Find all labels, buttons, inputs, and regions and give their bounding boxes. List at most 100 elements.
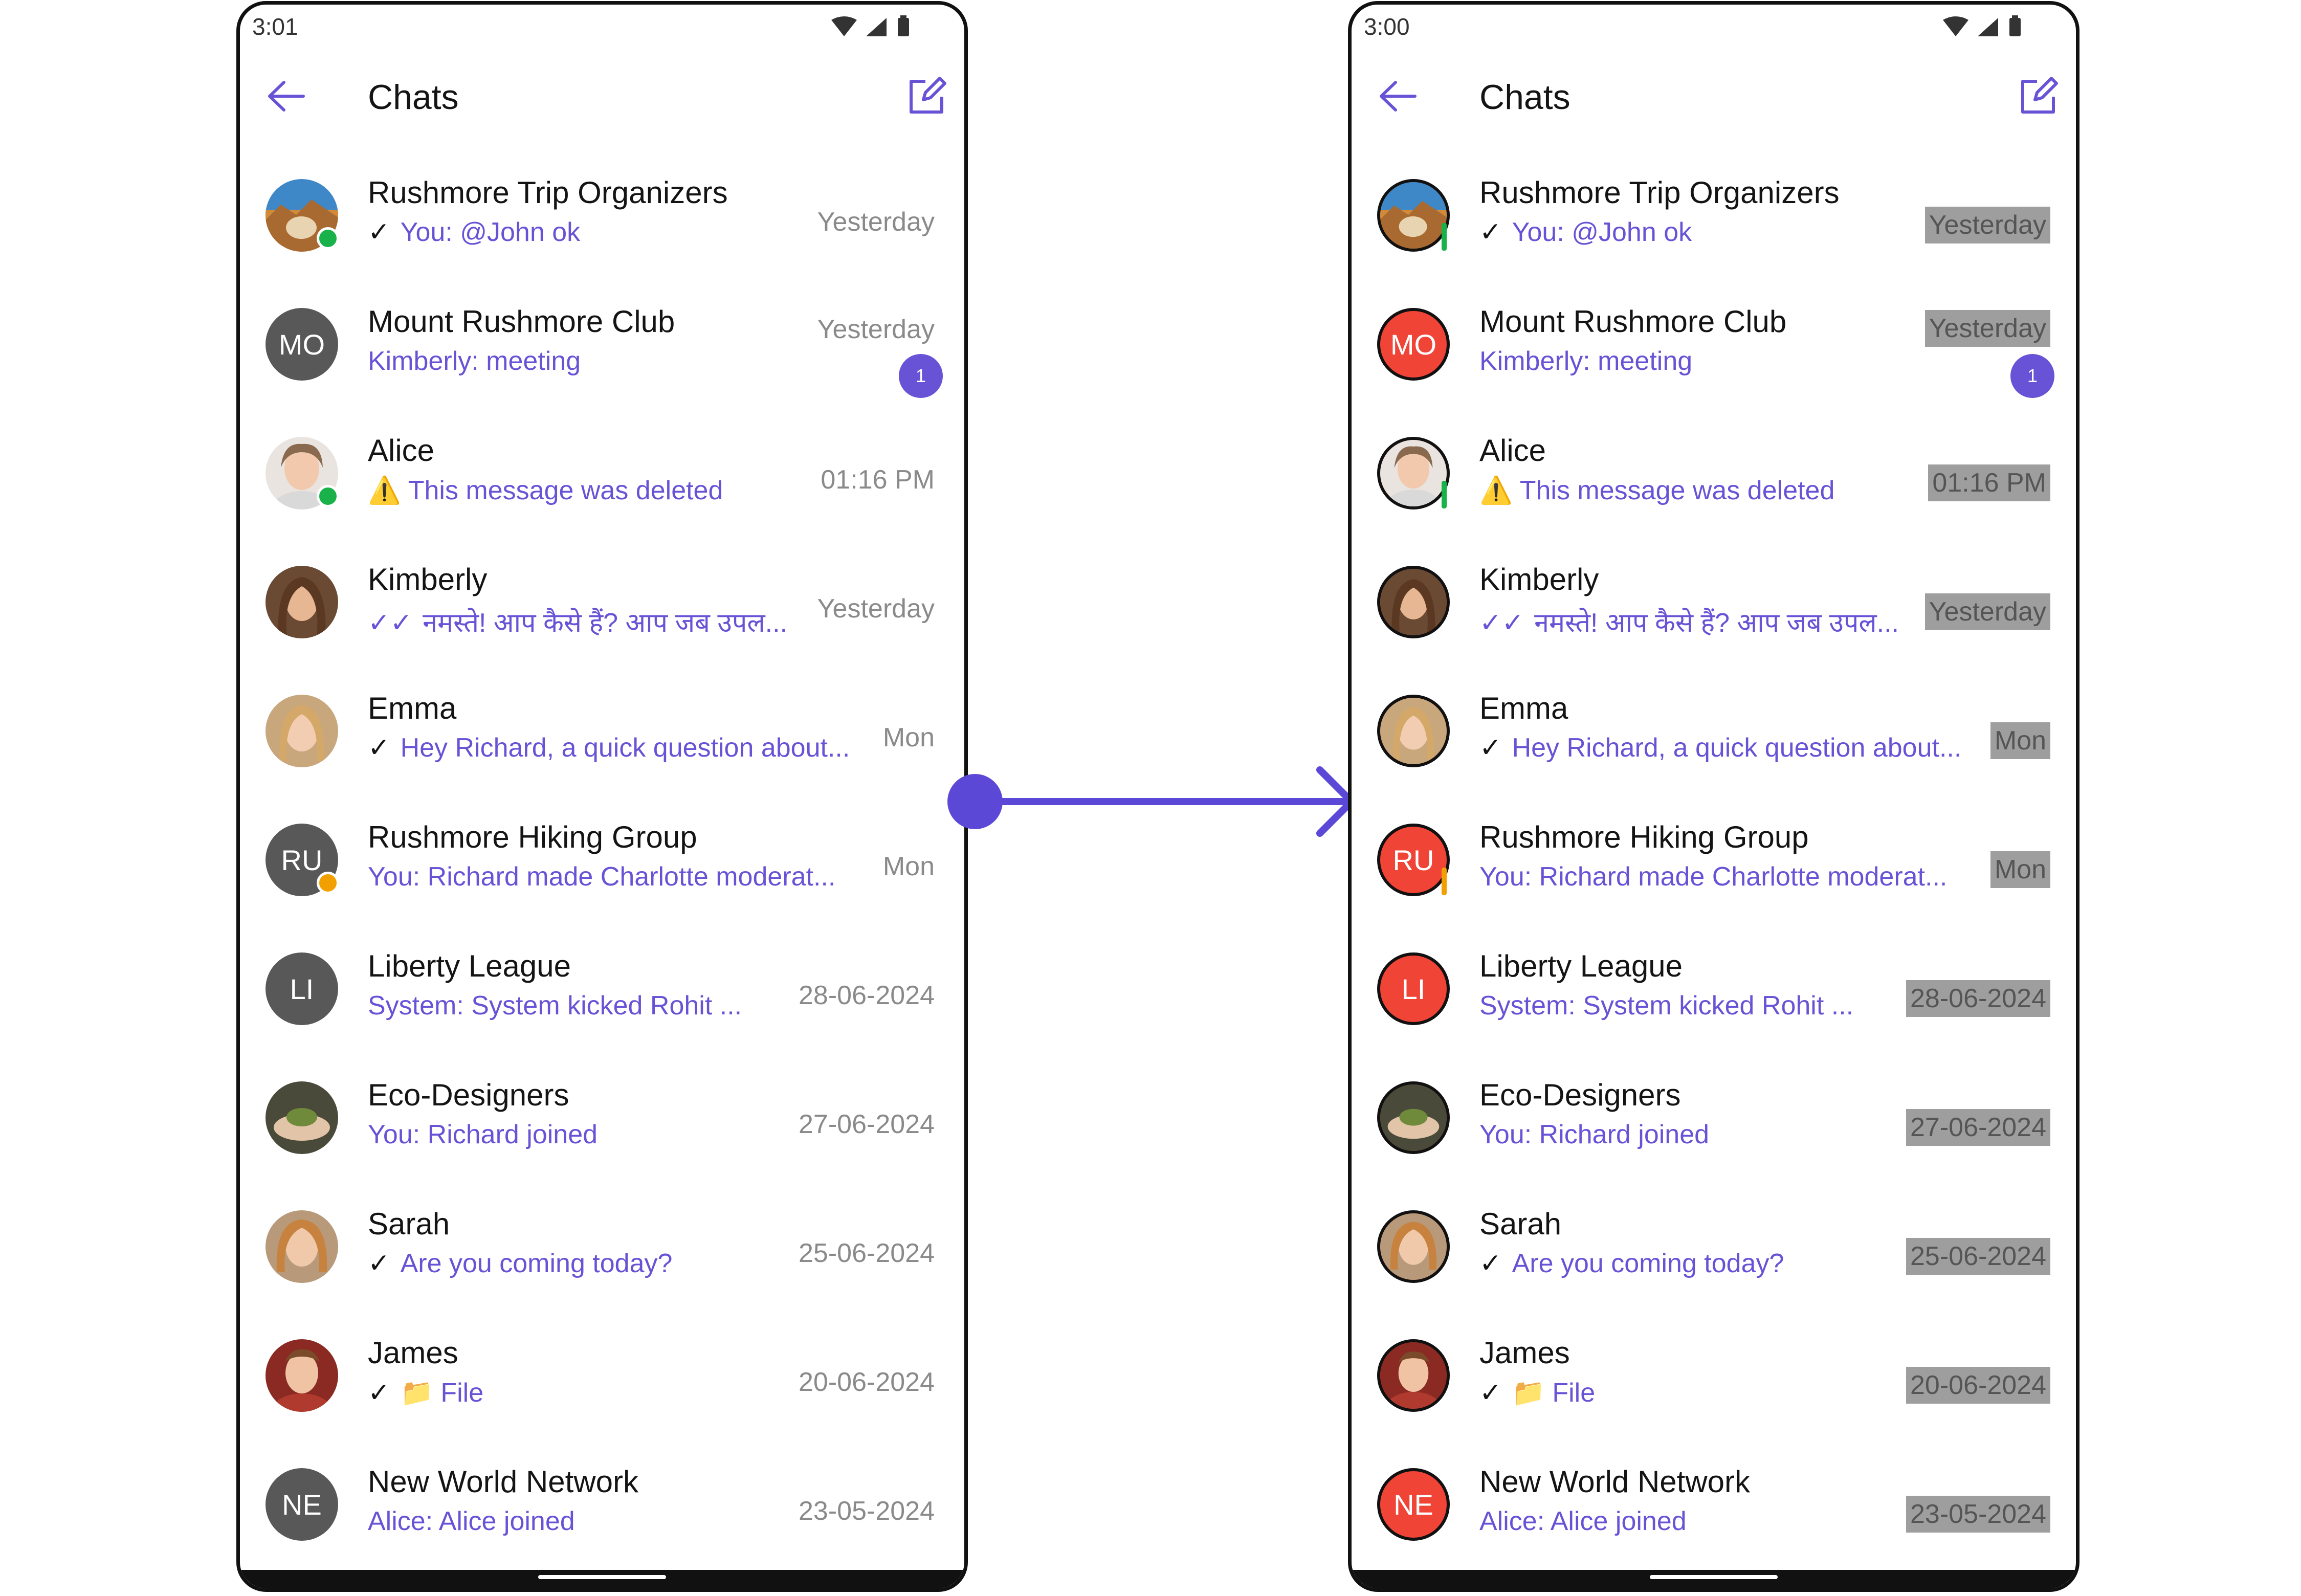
last-message-text: You: Richard made Charlotte moderat... xyxy=(1479,862,1948,892)
conversation-item[interactable]: RU Rushmore Hiking Group You: Richard ma… xyxy=(240,800,964,929)
conversation-item[interactable]: Emma ✓ Hey Richard, a quick question abou… xyxy=(240,671,964,800)
back-arrow-icon[interactable] xyxy=(266,78,306,114)
timestamp: 20-06-2024 xyxy=(1906,1367,2050,1404)
status-bar-icons xyxy=(1943,15,2021,36)
conversation-item[interactable]: NE New World Network Alice: Alice joined… xyxy=(240,1445,964,1573)
timestamp: Yesterday xyxy=(1924,310,2050,347)
last-message-text: System: System kicked Rohit ... xyxy=(1479,991,1854,1021)
timestamp: Yesterday xyxy=(817,315,935,344)
conversation-item[interactable]: Rushmore Trip Organizers ✓ You: @John ok … xyxy=(240,156,964,284)
avatar xyxy=(1377,695,1450,767)
compose-icon[interactable] xyxy=(905,73,949,117)
last-message: System: System kicked Rohit ... xyxy=(368,990,742,1021)
timestamp: Yesterday xyxy=(817,594,935,624)
avatar: NE xyxy=(1377,1468,1450,1541)
plant-photo-icon xyxy=(266,1081,338,1154)
avatar xyxy=(1377,1081,1450,1154)
conversation-item[interactable]: LI Liberty League System: System kicked … xyxy=(240,929,964,1058)
online-indicator xyxy=(317,227,339,250)
conversation-item[interactable]: Kimberly ✓✓ नमस्ते! आप कैसे हैं? आप जब उप… xyxy=(240,542,964,671)
sent-check-icon: ✓ xyxy=(1479,1378,1502,1408)
conversation-item[interactable]: RU Rushmore Hiking Group You: Richard ma… xyxy=(1352,800,2076,929)
last-message-text: Kimberly: meeting xyxy=(1479,346,1693,376)
last-message-text: You: @John ok xyxy=(1512,217,1692,247)
conversation-name: Rushmore Hiking Group xyxy=(368,820,697,854)
conversation-name: Rushmore Hiking Group xyxy=(1479,820,1809,854)
avatar: MO xyxy=(1377,308,1450,381)
conversation-item[interactable]: MO Mount Rushmore Club Kimberly: meeting… xyxy=(1352,284,2076,413)
timestamp: Yesterday xyxy=(1924,593,2050,630)
unread-badge: 1 xyxy=(899,354,943,398)
conversation-item[interactable]: James ✓ 📁 File 20-06-2024 xyxy=(1352,1316,2076,1445)
last-message-text: This message was deleted xyxy=(408,476,723,505)
home-indicator[interactable] xyxy=(538,1575,666,1579)
user-photo-icon xyxy=(1380,698,1447,764)
conversation-item[interactable]: Kimberly ✓✓ नमस्ते! आप कैसे हैं? आप जब उप… xyxy=(1352,542,2076,671)
last-message-text: Alice: Alice joined xyxy=(368,1506,575,1536)
avatar: MO xyxy=(266,308,338,381)
last-message: ✓✓ नमस्ते! आप कैसे हैं? आप जब उपल... xyxy=(368,604,787,640)
plant-photo-icon xyxy=(1380,1084,1447,1151)
page-title: Chats xyxy=(368,78,459,117)
timestamp: 01:16 PM xyxy=(1928,464,2050,501)
avatar xyxy=(1377,1339,1450,1412)
conversation-item[interactable]: Eco-Designers You: Richard joined 27-06-… xyxy=(1352,1058,2076,1187)
home-indicator[interactable] xyxy=(1650,1575,1778,1579)
timestamp: Mon xyxy=(1990,722,2050,759)
avatar: NE xyxy=(266,1468,338,1541)
conversation-item[interactable]: MO Mount Rushmore Club Kimberly: meeting… xyxy=(240,284,964,413)
conversation-item[interactable]: Emma ✓ Hey Richard, a quick question abou… xyxy=(1352,671,2076,800)
conversation-item[interactable]: Sarah ✓ Are you coming today? 25-06-2024 xyxy=(240,1187,964,1316)
conversation-item[interactable]: NE New World Network Alice: Alice joined… xyxy=(1352,1445,2076,1573)
last-message-text: Kimberly: meeting xyxy=(368,346,581,376)
avatar xyxy=(266,1081,338,1154)
conversation-item[interactable]: Rushmore Trip Organizers ✓ You: @John ok … xyxy=(1352,156,2076,284)
conversation-item[interactable]: James ✓ 📁 File 20-06-2024 xyxy=(240,1316,964,1445)
timestamp: 25-06-2024 xyxy=(799,1238,935,1268)
compose-icon[interactable] xyxy=(2017,73,2061,117)
timestamp: Yesterday xyxy=(1924,207,2050,243)
conversation-item[interactable]: Sarah ✓ Are you coming today? 25-06-2024 xyxy=(1352,1187,2076,1316)
avatar xyxy=(266,695,338,767)
last-message-text: File xyxy=(440,1378,484,1408)
conversation-item[interactable]: Alice ⚠️ This message was deleted 01:16 P… xyxy=(240,413,964,542)
last-message-text: You: Richard made Charlotte moderat... xyxy=(368,862,836,892)
timestamp: 20-06-2024 xyxy=(799,1367,935,1397)
conversation-name: New World Network xyxy=(1479,1465,1751,1499)
conversation-name: Sarah xyxy=(368,1207,450,1241)
status-bar-icons xyxy=(831,15,909,36)
phone-before: 3:01 Chats Rushmore Trip Organizers ✓ Yo… xyxy=(236,1,968,1592)
timestamp: 27-06-2024 xyxy=(1906,1109,2050,1146)
user-photo-icon xyxy=(266,566,338,638)
last-message: Kimberly: meeting xyxy=(1479,346,1692,376)
status-time: 3:00 xyxy=(1364,13,1410,40)
user-photo-icon xyxy=(1380,440,1447,506)
conversation-name: Alice xyxy=(368,433,435,468)
navigation-bar xyxy=(240,1570,964,1588)
last-message-text: File xyxy=(1552,1378,1596,1408)
avatar: RU xyxy=(1377,824,1450,896)
conversation-item[interactable]: LI Liberty League System: System kicked … xyxy=(1352,929,2076,1058)
timestamp: Mon xyxy=(1990,851,2050,888)
conversation-item[interactable]: Eco-Designers You: Richard joined 27-06-… xyxy=(240,1058,964,1187)
last-message-text: Are you coming today? xyxy=(1512,1249,1784,1278)
last-message: You: Richard made Charlotte moderat... xyxy=(1479,861,1947,892)
conversation-name: Alice xyxy=(1479,433,1546,468)
conversation-name: James xyxy=(1479,1336,1570,1370)
chats-header: Chats xyxy=(240,61,964,132)
last-message: You: Richard joined xyxy=(1479,1119,1709,1150)
conversation-name: Liberty League xyxy=(1479,949,1683,983)
lock-icon xyxy=(1442,868,1447,895)
avatar xyxy=(266,566,338,638)
back-arrow-icon[interactable] xyxy=(1377,78,1418,114)
conversation-item[interactable]: Alice ⚠️ This message was deleted 01:16 P… xyxy=(1352,413,2076,542)
last-message-text: System: System kicked Rohit ... xyxy=(368,991,742,1021)
last-message: ✓ Hey Richard, a quick question about... xyxy=(368,733,850,763)
conversation-name: Liberty League xyxy=(368,949,571,983)
last-message: Alice: Alice joined xyxy=(1479,1506,1687,1537)
sent-check-icon: ✓ xyxy=(1479,217,1502,247)
timestamp: 23-05-2024 xyxy=(1906,1496,2050,1533)
last-message-text: You: @John ok xyxy=(400,217,581,247)
unread-badge: 1 xyxy=(2010,354,2054,398)
user-photo-icon xyxy=(1380,569,1447,635)
